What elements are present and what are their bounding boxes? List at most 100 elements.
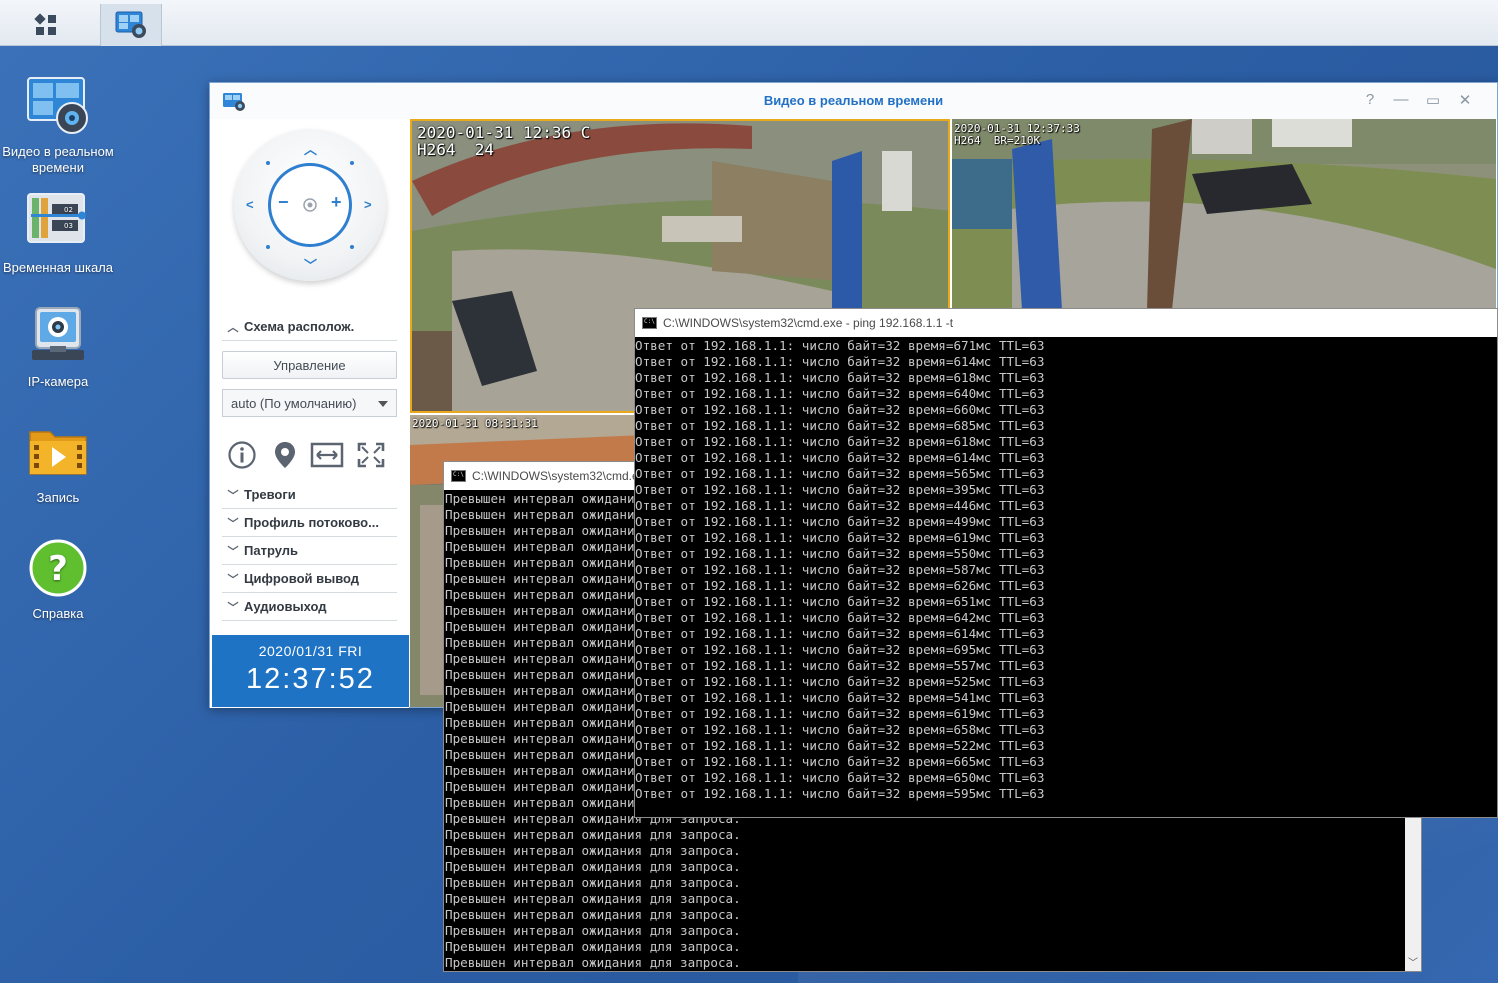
section-audio-output[interactable]: ﹀ Аудиовыход: [222, 593, 397, 621]
cmd-line: Превышен интервал ожидания для запроса.: [445, 891, 741, 906]
ptz-up-icon[interactable]: ︿: [304, 139, 317, 158]
zoom-out-icon[interactable]: −: [278, 192, 289, 213]
cmd-line: Ответ от 192.168.1.1: число байт=32 врем…: [635, 354, 1045, 369]
cmd-line: Ответ от 192.168.1.1: число байт=32 врем…: [635, 674, 1045, 689]
layout-section-label: Схема располож.: [244, 319, 355, 334]
desktop-icon-ip-camera[interactable]: IP-камера: [0, 306, 116, 390]
desktop-icon-live-view[interactable]: Видео в реальном времени: [0, 76, 116, 176]
cmd-line: Ответ от 192.168.1.1: число байт=32 врем…: [635, 418, 1045, 433]
surveillance-live-icon: [115, 11, 146, 38]
ptz-zoom-ring[interactable]: − +: [268, 163, 352, 247]
cmd-line: Ответ от 192.168.1.1: число байт=32 врем…: [635, 482, 1045, 497]
close-button[interactable]: ✕: [1455, 91, 1475, 109]
camera-feed-2[interactable]: 2020-01-31 12:37:33 H264 BR=210K: [952, 119, 1496, 310]
section-label: Тревоги: [244, 487, 296, 502]
section-stream-profile[interactable]: ﹀ Профиль потоково...: [222, 509, 397, 537]
cmd-line: Превышен интервал ожидания для запроса.: [445, 907, 741, 922]
ptz-dot-icon: [266, 245, 270, 249]
fit-width-icon: [310, 442, 344, 468]
ip-camera-icon: [32, 307, 84, 360]
location-pin-icon: [275, 442, 295, 468]
cmd-line: Превышен интервал ожидания для запроса.: [445, 955, 741, 970]
cmd-line: Превышен интервал ожидания для запроса.: [445, 843, 741, 858]
layout-section-header[interactable]: ︿ Схема располож.: [222, 313, 397, 341]
cmd-line: Ответ от 192.168.1.1: число байт=32 врем…: [635, 770, 1045, 785]
info-button[interactable]: [224, 437, 260, 473]
fit-width-button[interactable]: [309, 437, 345, 473]
section-label: Профиль потоково...: [244, 515, 379, 530]
cmd-line: Ответ от 192.168.1.1: число байт=32 врем…: [635, 642, 1045, 657]
cmd-line: Ответ от 192.168.1.1: число байт=32 врем…: [635, 738, 1045, 753]
scroll-down-icon[interactable]: ﹀: [1408, 954, 1418, 969]
desktop-icon-label: IP-камера: [27, 374, 89, 389]
cmd-line: Превышен интервал ожидания для запроса.: [445, 923, 741, 938]
control-panel: ︿ ﹀ < > − + ︿ Схема располож. Управление: [210, 119, 409, 708]
section-label: Патруль: [244, 543, 299, 558]
help-button[interactable]: ?: [1360, 91, 1380, 108]
cmd-line: Ответ от 192.168.1.1: число байт=32 врем…: [635, 594, 1045, 609]
section-alarms[interactable]: ﹀ Тревоги: [222, 481, 397, 509]
cmd-icon: [642, 317, 657, 329]
stream-profile-select[interactable]: auto (По умолчанию): [222, 389, 397, 417]
window-titlebar[interactable]: Видео в реальном времени ? — ▭ ✕: [210, 83, 1497, 119]
cmd-line: Ответ от 192.168.1.1: число байт=32 врем…: [635, 338, 1045, 353]
cmd-line: Превышен интервал ожидания для запроса.: [445, 875, 741, 890]
minimize-button[interactable]: —: [1391, 91, 1411, 108]
grid-icon: [34, 13, 56, 35]
section-patrol[interactable]: ﹀ Патруль: [222, 537, 397, 565]
ptz-dot-icon: [350, 245, 354, 249]
desktop-icon-recording[interactable]: Запись: [0, 422, 116, 506]
live-view-icon: [27, 77, 88, 134]
cmd-line: Ответ от 192.168.1.1: число байт=32 врем…: [635, 706, 1045, 721]
cmd-line: Ответ от 192.168.1.1: число байт=32 врем…: [635, 466, 1045, 481]
cmd-line: Ответ от 192.168.1.1: число байт=32 врем…: [635, 402, 1045, 417]
zoom-in-icon[interactable]: +: [331, 192, 342, 213]
cmd-line: Ответ от 192.168.1.1: число байт=32 врем…: [635, 658, 1045, 673]
ptz-center-icon[interactable]: [301, 196, 319, 214]
ptz-dot-icon: [350, 161, 354, 165]
cmd-line: Ответ от 192.168.1.1: число байт=32 врем…: [635, 786, 1045, 801]
chevron-down-icon: [378, 401, 388, 407]
location-button[interactable]: [267, 437, 303, 473]
cmd-window-ping[interactable]: C:\WINDOWS\system32\cmd.exe - ping 192.1…: [634, 308, 1498, 818]
cmd-line: Ответ от 192.168.1.1: число байт=32 врем…: [635, 578, 1045, 593]
main-menu-button[interactable]: [0, 4, 92, 46]
maximize-button[interactable]: ▭: [1423, 91, 1443, 109]
help-icon: ?: [29, 539, 87, 597]
taskbar-app-surveillance[interactable]: [100, 4, 162, 46]
cmd-line: Ответ от 192.168.1.1: число байт=32 врем…: [635, 626, 1045, 641]
svg-text:02: 02: [64, 206, 73, 214]
manage-button[interactable]: Управление: [222, 351, 397, 379]
cmd-line: Превышен интервал ожидания для запроса.: [445, 859, 741, 874]
cmd-line: Ответ от 192.168.1.1: число байт=32 врем…: [635, 546, 1045, 561]
svg-text:03: 03: [64, 222, 73, 230]
ptz-down-icon[interactable]: ﹀: [304, 255, 317, 274]
fullscreen-icon: [357, 442, 385, 468]
section-digital-output[interactable]: ﹀ Цифровой вывод: [222, 565, 397, 593]
clock-date: 2020/01/31 FRI: [258, 643, 363, 659]
cmd-line: Превышен интервал ожидания для запроса.: [445, 939, 741, 954]
cmd-line: Ответ от 192.168.1.1: число байт=32 врем…: [635, 722, 1045, 737]
section-label: Цифровой вывод: [244, 571, 360, 586]
desktop-icon-timeline[interactable]: 02 03 Временная шкала: [0, 192, 116, 276]
chevron-down-icon: ﹀: [227, 489, 239, 502]
desktop-icon-label: Видео в реальном времени: [2, 144, 114, 175]
ptz-control[interactable]: ︿ ﹀ < > − +: [234, 129, 386, 281]
cmd-line: Ответ от 192.168.1.1: число байт=32 врем…: [635, 530, 1045, 545]
camera-osd-3: 2020-01-31 08:31:31: [412, 417, 538, 430]
clock-panel: 2020/01/31 FRI 12:37:52: [212, 635, 409, 707]
taskbar: [0, 0, 1498, 46]
fullscreen-button[interactable]: [353, 437, 389, 473]
cmd-icon: [451, 470, 466, 482]
desktop-icon-help[interactable]: ? Справка: [0, 538, 116, 622]
cmd-line: Ответ от 192.168.1.1: число байт=32 врем…: [635, 450, 1045, 465]
section-label: Аудиовыход: [244, 599, 327, 614]
cmd-line: Ответ от 192.168.1.1: число байт=32 врем…: [635, 754, 1045, 769]
cmd-output-ping[interactable]: Ответ от 192.168.1.1: число байт=32 врем…: [635, 338, 1497, 817]
ptz-left-icon[interactable]: <: [246, 197, 254, 212]
cmd-titlebar[interactable]: C:\WINDOWS\system32\cmd.exe - ping 192.1…: [635, 309, 1497, 337]
camera-osd-2: 2020-01-31 12:37:33 H264 BR=210K: [954, 122, 1080, 147]
ptz-right-icon[interactable]: >: [364, 197, 372, 212]
cmd-line: Ответ от 192.168.1.1: число байт=32 врем…: [635, 690, 1045, 705]
cmd-line: Превышен интервал ожидания для запроса.: [445, 827, 741, 842]
